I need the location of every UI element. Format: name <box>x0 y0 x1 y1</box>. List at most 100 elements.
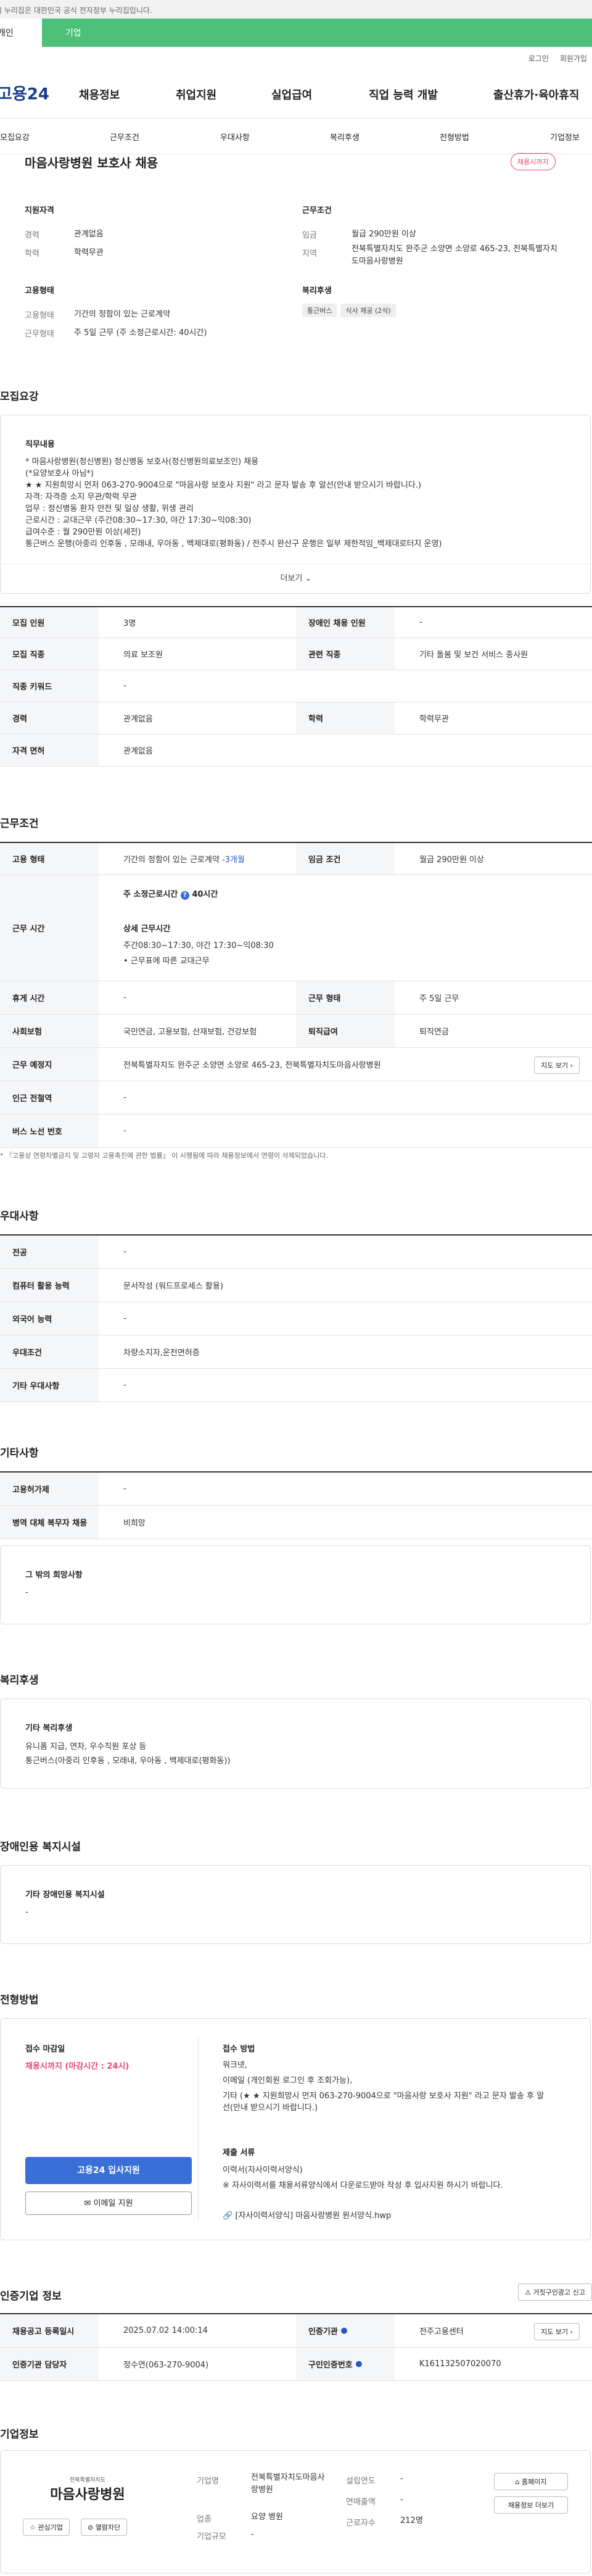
value: 전북특별자치도 완주군 소양면 소양로 465-23, 전북특별자치도마음사랑병… <box>352 244 557 266</box>
td: 의료 보조원 <box>123 650 163 660</box>
docs-line: ※ 자사이력서를 채용서류양식에서 다운로드받아 작성 후 입사지원 하시기 바… <box>223 2181 503 2190</box>
th: 채용공고 등록일시 <box>0 2314 99 2347</box>
th: 퇴직급여 <box>296 1015 395 1047</box>
welfare-chip: 식사 제공 (2식) <box>340 304 396 317</box>
th: 직종 키워드 <box>0 670 99 702</box>
subnav-item[interactable]: 우대사항 <box>220 131 250 143</box>
td: 월급 290만원 이상 <box>419 855 484 865</box>
desc-line: 급여수준 : 월 290만원 이상(세전) <box>25 528 141 537</box>
section-heading: 복리후생 <box>0 1674 39 1687</box>
welfare-box: 기타 복리후생 유니폼 지급, 연차, 우수직원 포상 등 통근버스(아중리 인후… <box>0 1698 591 1789</box>
company-box: 전북특별자치도 마음사랑병원 ☆ 관심기업 ⊘ 열람차단 기업명 전북특별자치도… <box>0 2450 591 2574</box>
label: 설립연도 <box>346 2477 376 2486</box>
company-logo: 전북특별자치도 마음사랑병원 <box>50 2477 125 2503</box>
job-desc-title: 직무내용 <box>25 440 55 449</box>
section-heading: 기업정보 <box>0 2429 39 2441</box>
tab-company[interactable]: 기업 <box>42 19 592 47</box>
method-line: 선(안내 받으시기 바랍니다.) <box>223 2103 318 2113</box>
subnav-item[interactable]: 근무조건 <box>110 131 139 143</box>
td: 관계없음 <box>123 715 153 724</box>
homepage-button[interactable]: ⌂ 홈페이지 <box>494 2473 568 2490</box>
box-value: - <box>25 1588 28 1597</box>
login-link[interactable]: 로그인 <box>528 54 549 63</box>
resume-file-link[interactable]: 🔗 [자사이력서양식] 마음사랑병원 원서양식.hwp <box>223 2210 391 2222</box>
more-jobs-button[interactable]: 채용정보 더보기 <box>494 2496 568 2514</box>
td: 학력무관 <box>419 715 449 724</box>
job-desc-box: 직무내용 * 마음사랑병원(정신병원) 정신병동 보호사(정신병원의료보조인) … <box>0 415 591 594</box>
menu-item[interactable]: 채용정보 <box>79 86 120 102</box>
screening-box: 접수 마감일 채용시까지 (마감시간 : 24시) 고용24 입사지원 ✉ 이메… <box>0 2018 591 2240</box>
label: 업종 <box>197 2515 212 2524</box>
value: 요양 병원 <box>251 2512 283 2522</box>
th: 장애인 채용 인원 <box>296 607 395 638</box>
subnav-item[interactable]: 기업정보 <box>550 131 580 143</box>
desc-line: * 마음사랑병원(정신병원) 정신병동 보호사(정신병원의료보조인) 채용 <box>25 457 259 467</box>
section-heading: 전형방법 <box>0 1994 39 2006</box>
status-badge: 채용시까지 <box>511 153 556 170</box>
section-heading: 모집요강 <box>0 391 39 403</box>
desc-line: (*요양보호사 아님*) <box>25 469 94 478</box>
label: 임금 <box>302 231 317 240</box>
value: - <box>251 2530 254 2539</box>
th: 모집 인원 <box>0 607 99 638</box>
section-heading: 기타사항 <box>0 1447 39 1460</box>
welfare-line: 통근버스(아중리 인후동 , 모래내, 우아동 , 백제대로(평화동)) <box>25 1756 231 1766</box>
block-button[interactable]: ⊘ 열람차단 <box>81 2519 128 2536</box>
report-button[interactable]: ⚠ 거짓구인광고 신고 <box>518 2283 592 2301</box>
td: 주 5일 근무 <box>419 994 459 1003</box>
th: 인근 전철역 <box>0 1081 99 1114</box>
join-link[interactable]: 회원가입 <box>560 54 587 63</box>
more-button[interactable]: 더보기 ⌄ <box>1 563 591 593</box>
emp-title: 고용형태 <box>25 286 54 296</box>
th: 임금 조건 <box>296 843 395 875</box>
th: 병역 대체 복무자 채용 <box>0 1506 99 1539</box>
td: 퇴직연금 <box>419 1028 449 1037</box>
td: - <box>123 681 126 691</box>
value: 주 5일 근무 (주 소정근로시간: 40시간) <box>74 328 207 338</box>
work-hours: 주 소정근로시간 ? 40시간 상세 근무시간 주간08:30~17:30, 야… <box>123 890 274 966</box>
chevron-down-icon: ⌄ <box>305 574 312 583</box>
td: - <box>123 1381 126 1390</box>
th: 인증기관 담당자 <box>0 2348 99 2380</box>
block-icon: ⊘ <box>88 2524 94 2532</box>
site-logo[interactable]: 고용24 <box>0 81 65 104</box>
tab-personal[interactable]: 개인 <box>0 19 42 47</box>
favorite-button[interactable]: ☆ 관심기업 <box>23 2519 70 2536</box>
job-title: 마음사랑병원 보호사 채용 <box>25 156 158 170</box>
th: 자격 면허 <box>0 734 99 766</box>
section-heading: 근무조건 <box>0 818 39 830</box>
menu-item[interactable]: 취업지원 <box>176 86 216 102</box>
td: 기타 돌봄 및 보건 서비스 종사원 <box>419 650 528 660</box>
subnav-item[interactable]: 전형방법 <box>440 131 469 143</box>
label: 학력 <box>25 249 39 259</box>
td: 기간의 정함이 있는 근로계약 - 3개월 <box>123 855 245 865</box>
box-title: 기타 장애인용 복지시설 <box>25 1890 105 1900</box>
th: 컴퓨터 활용 능력 <box>0 1269 99 1302</box>
cond-title: 근무조건 <box>302 206 332 215</box>
value: 월급 290만원 이상 <box>352 230 416 239</box>
value: 기간의 정함이 있는 근로계약 <box>74 310 170 319</box>
subnav-item[interactable]: 모집요강 <box>0 131 30 143</box>
subnav-item[interactable]: 복리후생 <box>330 131 360 143</box>
gov-banner: 이 누리집은 대한민국 공식 전자정부 누리집입니다. <box>0 0 592 19</box>
td: - <box>123 1484 126 1494</box>
box-value: - <box>25 1908 28 1917</box>
label: 경력 <box>25 231 39 240</box>
link-icon: 🔗 <box>223 2211 233 2221</box>
map-button[interactable]: 지도 보기 › <box>534 2323 580 2340</box>
menu-item[interactable]: 출산휴가·육아휴직 <box>493 86 579 102</box>
map-button[interactable]: 지도 보기 › <box>534 1057 580 1074</box>
email-apply-button[interactable]: ✉ 이메일 지원 <box>25 2192 192 2215</box>
label: 기업명 <box>197 2477 219 2486</box>
td: - <box>123 1093 126 1102</box>
td: - <box>123 1126 126 1136</box>
td: - <box>123 993 126 1002</box>
menu-item[interactable]: 실업급여 <box>271 86 312 102</box>
section-heading: 우대사항 <box>0 1210 39 1223</box>
th: 관련 직종 <box>296 638 395 670</box>
menu-item[interactable]: 직업 능력 개발 <box>369 86 438 102</box>
label: 고용형태 <box>25 311 54 320</box>
th: 버스 노선 번호 <box>0 1115 99 1147</box>
apply-button[interactable]: 고용24 입사지원 <box>25 2157 192 2184</box>
welfare-title: 복리후생 <box>302 286 332 296</box>
